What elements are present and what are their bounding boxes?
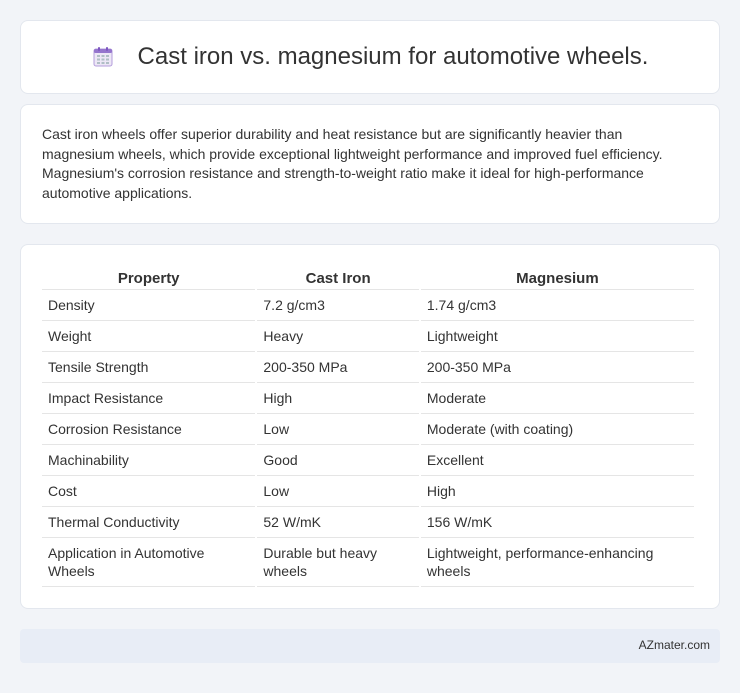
property-cell: Corrosion Resistance <box>42 414 256 445</box>
magnesium-cell: Moderate <box>420 383 694 414</box>
summary-card: Cast iron wheels offer superior durabili… <box>20 104 720 224</box>
table-row: Corrosion Resistance Low Moderate (with … <box>42 414 694 445</box>
table-row: Density 7.2 g/cm3 1.74 g/cm3 <box>42 290 694 321</box>
table-row: Thermal Conductivity 52 W/mK 156 W/mK <box>42 507 694 538</box>
cast-iron-cell: 7.2 g/cm3 <box>257 290 419 321</box>
property-cell: Application in Automotive Wheels <box>42 538 256 587</box>
magnesium-cell: Lightweight <box>420 321 694 352</box>
footer-site-link[interactable]: AZmater.com <box>639 638 710 652</box>
header-magnesium: Magnesium <box>420 265 694 290</box>
magnesium-cell: Lightweight, performance-enhancing wheel… <box>420 538 694 587</box>
table-row: Weight Heavy Lightweight <box>42 321 694 352</box>
cast-iron-cell: Good <box>257 445 419 476</box>
comparison-table-card: Property Cast Iron Magnesium Density 7.2… <box>20 244 720 609</box>
property-cell: Density <box>42 290 256 321</box>
cast-iron-cell: 52 W/mK <box>257 507 419 538</box>
summary-text: Cast iron wheels offer superior durabili… <box>42 126 663 201</box>
table-row: Machinability Good Excellent <box>42 445 694 476</box>
magnesium-cell: 200-350 MPa <box>420 352 694 383</box>
cast-iron-cell: High <box>257 383 419 414</box>
header-property: Property <box>42 265 256 290</box>
cast-iron-cell: Durable but heavy wheels <box>257 538 419 587</box>
property-cell: Cost <box>42 476 256 507</box>
page-title: Cast iron vs. magnesium for automotive w… <box>137 43 649 70</box>
cast-iron-cell: 200-350 MPa <box>257 352 419 383</box>
table-row: Impact Resistance High Moderate <box>42 383 694 414</box>
cast-iron-cell: Heavy <box>257 321 419 352</box>
property-cell: Tensile Strength <box>42 352 256 383</box>
calendar-icon <box>92 46 114 68</box>
cast-iron-cell: Low <box>257 414 419 445</box>
magnesium-cell: 1.74 g/cm3 <box>420 290 694 321</box>
magnesium-cell: High <box>420 476 694 507</box>
magnesium-cell: Moderate (with coating) <box>420 414 694 445</box>
property-cell: Machinability <box>42 445 256 476</box>
table-row: Tensile Strength 200-350 MPa 200-350 MPa <box>42 352 694 383</box>
table-header-row: Property Cast Iron Magnesium <box>42 265 694 290</box>
magnesium-cell: 156 W/mK <box>420 507 694 538</box>
header-cast-iron: Cast Iron <box>257 265 419 290</box>
comparison-table: Property Cast Iron Magnesium Density 7.2… <box>40 265 696 587</box>
title-card: Cast iron vs. magnesium for automotive w… <box>20 20 720 94</box>
property-cell: Impact Resistance <box>42 383 256 414</box>
footer-bar: AZmater.com <box>20 629 720 663</box>
cast-iron-cell: Low <box>257 476 419 507</box>
magnesium-cell: Excellent <box>420 445 694 476</box>
property-cell: Thermal Conductivity <box>42 507 256 538</box>
table-row: Cost Low High <box>42 476 694 507</box>
property-cell: Weight <box>42 321 256 352</box>
table-row: Application in Automotive Wheels Durable… <box>42 538 694 587</box>
